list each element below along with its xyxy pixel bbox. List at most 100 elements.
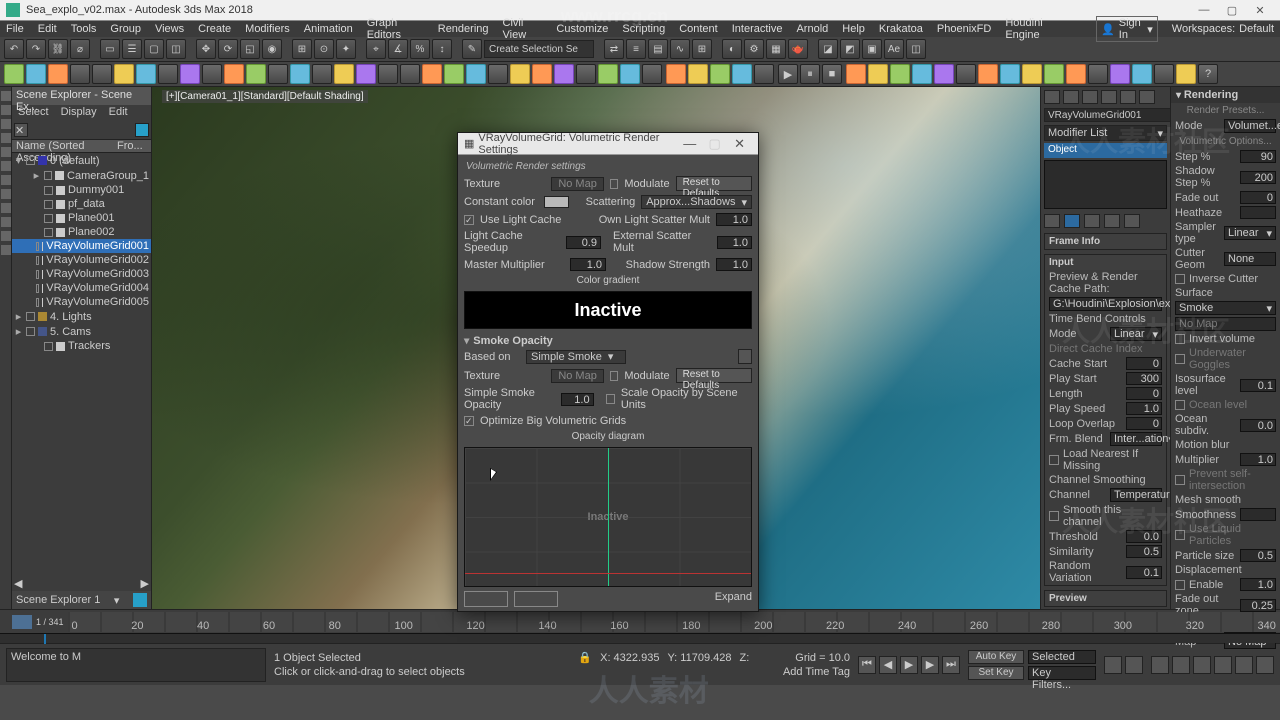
- render-frame-button[interactable]: ▦: [766, 39, 786, 59]
- texture-map-btn[interactable]: No Map: [551, 177, 603, 191]
- ribbon-4[interactable]: [1, 133, 11, 143]
- menu-animation[interactable]: Animation: [304, 23, 353, 35]
- zoomextents-btn[interactable]: [1214, 656, 1232, 674]
- plugin-btn-17[interactable]: [356, 64, 376, 84]
- dialog-titlebar[interactable]: ▦ VRayVolumeGrid: Volumetric Render Sett…: [458, 133, 758, 155]
- surface-smoke-dd[interactable]: Smoke▾: [1175, 301, 1276, 315]
- fov-btn[interactable]: [1235, 656, 1253, 674]
- menu-houdini[interactable]: Houdini Engine: [1005, 17, 1068, 41]
- pan-btn[interactable]: [1151, 656, 1169, 674]
- move-button[interactable]: ✥: [196, 39, 216, 59]
- selectmanip-button[interactable]: ✦: [336, 39, 356, 59]
- menu-modifiers[interactable]: Modifiers: [245, 23, 290, 35]
- explorer-hdr-name[interactable]: Name (Sorted Ascending): [12, 140, 117, 152]
- close-button[interactable]: ✕: [1246, 4, 1274, 17]
- plugin-btn-32[interactable]: [688, 64, 708, 84]
- ribbon-10[interactable]: [1, 217, 11, 227]
- optimize-check[interactable]: [464, 416, 474, 426]
- tab-create[interactable]: [1044, 90, 1060, 104]
- rotate-button[interactable]: ⟳: [218, 39, 238, 59]
- section-preview-hdr[interactable]: Preview: [1045, 591, 1166, 606]
- dialog-min-btn[interactable]: —: [677, 136, 702, 151]
- liquidpart-check[interactable]: [1175, 530, 1185, 540]
- shadow-spin[interactable]: 1.0: [716, 258, 752, 271]
- smoke-opacity-header[interactable]: Smoke Opacity: [464, 335, 752, 347]
- help-icon[interactable]: ?: [1198, 64, 1218, 84]
- plugin-btn-20[interactable]: [422, 64, 442, 84]
- volopts-btn[interactable]: Volumetric Options...: [1171, 134, 1280, 149]
- extscatter-spin[interactable]: 1.0: [717, 236, 752, 249]
- section-frameinfo-hdr[interactable]: Frame Info: [1045, 234, 1166, 249]
- placement-button[interactable]: ◉: [262, 39, 282, 59]
- lcspeed-spin[interactable]: 0.9: [566, 236, 601, 249]
- render-button[interactable]: 🫖: [788, 39, 808, 59]
- menu-help[interactable]: Help: [842, 23, 865, 35]
- signin-group[interactable]: 👤 Sign In ▾: [1096, 16, 1158, 42]
- ribbon-11[interactable]: [1, 231, 11, 241]
- plugin-btn-30[interactable]: [642, 64, 662, 84]
- opacity-diagram-panel[interactable]: Inactive: [464, 447, 752, 587]
- randvar-value[interactable]: 0.1: [1126, 566, 1162, 579]
- stack-remove[interactable]: [1104, 214, 1120, 228]
- menu-edit[interactable]: Edit: [38, 23, 57, 35]
- plugin-btn-48[interactable]: [1022, 64, 1042, 84]
- explorer-bottom-btn[interactable]: [133, 593, 147, 607]
- mirror-button[interactable]: ⇄: [604, 39, 624, 59]
- play-button[interactable]: ▶: [778, 64, 798, 84]
- plugin-btn-31[interactable]: [666, 64, 686, 84]
- reset2-btn[interactable]: Reset to Defaults: [676, 368, 752, 383]
- addtime-label[interactable]: Add Time Tag: [783, 666, 850, 678]
- explorer-hdr-fro[interactable]: Fro...: [117, 140, 151, 152]
- rendering-hdr[interactable]: ▾ Rendering: [1171, 87, 1280, 103]
- curve-editor-button[interactable]: ∿: [670, 39, 690, 59]
- menu-rendering[interactable]: Rendering: [438, 23, 489, 35]
- shadowstep-val[interactable]: 200: [1240, 171, 1276, 184]
- ribbon-1[interactable]: [1, 91, 11, 101]
- plugin-btn-45[interactable]: [956, 64, 976, 84]
- lock-icon[interactable]: 🔒: [578, 651, 592, 664]
- toolbar-btn-x3[interactable]: ▣: [862, 39, 882, 59]
- plugin-btn-6[interactable]: [114, 64, 134, 84]
- menu-group[interactable]: Group: [110, 23, 141, 35]
- pctsnap-button[interactable]: %: [410, 39, 430, 59]
- plugin-btn-44[interactable]: [934, 64, 954, 84]
- ribbon-9[interactable]: [1, 203, 11, 213]
- master-spin[interactable]: 1.0: [570, 258, 606, 271]
- plugin-btn-3[interactable]: [48, 64, 68, 84]
- colorgradient-panel[interactable]: Inactive: [464, 291, 752, 329]
- redo-button[interactable]: ↷: [26, 39, 46, 59]
- menu-civilview[interactable]: Civil View: [503, 17, 543, 41]
- plugin-btn-42[interactable]: [890, 64, 910, 84]
- underwater-check[interactable]: [1175, 354, 1185, 364]
- scaleunits-check[interactable]: [606, 394, 615, 404]
- time-track[interactable]: 0204060801001201401601802002202402602803…: [68, 612, 1280, 632]
- tree-node[interactable]: VRayVolumeGrid002: [12, 253, 151, 267]
- tab-hierarchy[interactable]: [1082, 90, 1098, 104]
- align-button[interactable]: ≡: [626, 39, 646, 59]
- next-frame-btn[interactable]: ▶: [921, 656, 939, 674]
- tree-group-cams[interactable]: ▸5. Cams: [12, 324, 151, 339]
- plugin-btn-24[interactable]: [510, 64, 530, 84]
- modulate-check[interactable]: [610, 179, 619, 189]
- keyfilters-btn[interactable]: Key Filters...: [1028, 666, 1096, 680]
- opacity-btn-2[interactable]: [514, 591, 558, 607]
- maximize-vp-btn[interactable]: [1256, 656, 1274, 674]
- modulate2-check[interactable]: [610, 371, 619, 381]
- enable-check[interactable]: [1175, 580, 1185, 590]
- heathaze-val[interactable]: [1240, 206, 1276, 219]
- smoothness-val[interactable]: [1240, 508, 1276, 521]
- plugin-btn-22[interactable]: [466, 64, 486, 84]
- explorer-cmd-edit[interactable]: Edit: [109, 106, 128, 120]
- timeconfig-btn[interactable]: [1125, 656, 1143, 674]
- stack-show[interactable]: [1064, 214, 1080, 228]
- chevron-down-icon[interactable]: ▾: [114, 594, 120, 607]
- render-mode-dd[interactable]: Volumet...eometry▾: [1224, 119, 1276, 133]
- section-input-hdr[interactable]: Input: [1045, 255, 1166, 270]
- invcutter-check[interactable]: [1175, 274, 1185, 284]
- plugin-btn-25[interactable]: [532, 64, 552, 84]
- selectname-button[interactable]: ☰: [122, 39, 142, 59]
- tree-node-selected[interactable]: VRayVolumeGrid001: [12, 239, 151, 253]
- plugin-btn-12[interactable]: [246, 64, 266, 84]
- opacity-btn-1[interactable]: [464, 591, 508, 607]
- plugin-btn-21[interactable]: [444, 64, 464, 84]
